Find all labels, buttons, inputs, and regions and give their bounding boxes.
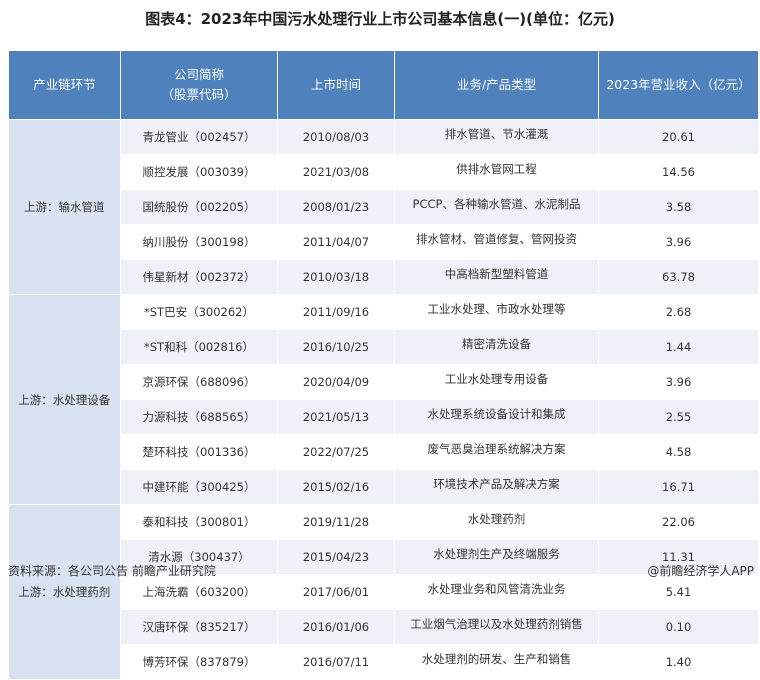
company-table-container: 产业链环节 公司简称 （股票代码） 上市时间 业务/产品类型 2023年营业收入…	[8, 50, 759, 680]
segment-cell: 上游：水处理药剂	[8, 504, 121, 680]
header-date: 上市时间	[277, 50, 395, 120]
table-row: 纳川股份（300198） 2011/04/07 排水管材、管道修复、管网投资 3.96	[9, 224, 759, 260]
table-body: 上游：输水管道 青龙管业（002457） 2010/08/03 排水管道、节水灌溉 20…	[8, 119, 759, 680]
revenue-cell: 1.40	[598, 644, 759, 680]
business-cell: 水处理剂生产及终端服务	[394, 539, 599, 575]
header-row: 产业链环节 公司简称 （股票代码） 上市时间 业务/产品类型 2023年营业收入…	[8, 50, 759, 120]
company-cell: 国统股份（002205）	[120, 189, 278, 225]
company-cell: 泰和科技（300801）	[120, 504, 278, 540]
revenue-cell: 3.58	[598, 189, 759, 225]
table-row: 京源环保（688096） 2020/04/09 工业水处理专用设备 3.96	[9, 364, 759, 400]
date-cell: 2019/11/28	[277, 504, 395, 540]
company-cell: *ST和科（002816）	[120, 329, 278, 365]
page-title: 图表4：2023年中国污水处理行业上市公司基本信息(一)(单位：亿元)	[145, 10, 615, 28]
date-cell: 2010/08/03	[277, 119, 395, 155]
business-cell: 排水管道、节水灌溉	[394, 119, 599, 155]
date-cell: 2010/03/18	[277, 259, 395, 295]
company-cell: 汉唐环保（835217）	[120, 609, 278, 645]
revenue-cell: 20.61	[598, 119, 759, 155]
date-cell: 2011/04/07	[277, 224, 395, 260]
table-row: 汉唐环保（835217） 2016/01/06 工业烟气治理以及水处理药剂销售 0.1…	[9, 609, 759, 645]
table-row: 上海洗霸（603200） 2017/06/01 水处理业务和风管清洗业务 5.41	[9, 574, 759, 610]
business-cell: 排水管材、管道修复、管网投资	[394, 224, 599, 260]
revenue-cell: 16.71	[598, 469, 759, 505]
business-cell: 中高档新型塑料管道	[394, 259, 599, 295]
date-cell: 2016/10/25	[277, 329, 395, 365]
date-cell: 2015/02/16	[277, 469, 395, 505]
header-chain: 产业链环节	[8, 50, 121, 120]
segment-cell: 上游：水处理设备	[8, 294, 121, 505]
company-cell: 上海洗霸（603200）	[120, 574, 278, 610]
business-cell: 废气恶臭治理系统解决方案	[394, 434, 599, 470]
company-cell: 京源环保（688096）	[120, 364, 278, 400]
date-cell: 2008/01/23	[277, 189, 395, 225]
date-cell: 2021/05/13	[277, 399, 395, 435]
date-cell: 2020/04/09	[277, 364, 395, 400]
business-cell: 水处理药剂	[394, 504, 599, 540]
business-cell: 水处理业务和风管清洗业务	[394, 574, 599, 610]
header-company-line1: 公司简称	[173, 67, 224, 82]
revenue-cell: 4.58	[598, 434, 759, 470]
date-cell: 2016/01/06	[277, 609, 395, 645]
table-row: 博芳环保（837879） 2016/07/11 水处理剂的研发、生产和销售 1.40	[9, 644, 759, 680]
revenue-cell: 5.41	[598, 574, 759, 610]
company-cell: 顺控发展（003039）	[120, 154, 278, 190]
revenue-cell: 1.44	[598, 329, 759, 365]
revenue-cell: 3.96	[598, 364, 759, 400]
date-cell: 2021/03/08	[277, 154, 395, 190]
business-cell: PCCP、各种输水管道、水泥制品	[394, 189, 599, 225]
date-cell: 2011/09/16	[277, 294, 395, 330]
header-company-line2: （股票代码）	[161, 87, 237, 102]
date-cell: 2015/04/23	[277, 539, 395, 575]
revenue-cell: 22.06	[598, 504, 759, 540]
business-cell: 工业烟气治理以及水处理药剂销售	[394, 609, 599, 645]
company-cell: 中建环能（300425）	[120, 469, 278, 505]
segment-cell: 上游：输水管道	[8, 119, 121, 295]
revenue-cell: 14.56	[598, 154, 759, 190]
business-cell: 供排水管网工程	[394, 154, 599, 190]
table-row: 上游：输水管道 青龙管业（002457） 2010/08/03 排水管道、节水灌溉 20…	[8, 119, 759, 295]
company-cell: 博芳环保（837879）	[120, 644, 278, 680]
business-cell: 精密清洗设备	[394, 329, 599, 365]
header-business: 业务/产品类型	[394, 50, 599, 120]
business-cell: 水处理系统设备设计和集成	[394, 399, 599, 435]
company-cell: 力源科技（688565）	[120, 399, 278, 435]
company-table: 产业链环节 公司简称 （股票代码） 上市时间 业务/产品类型 2023年营业收入…	[8, 50, 759, 680]
company-cell: 纳川股份（300198）	[120, 224, 278, 260]
source-note: 资料来源：各公司公告 前瞻产业研究院	[8, 564, 216, 578]
header-revenue: 2023年营业收入（亿元）	[598, 50, 759, 120]
header-company: 公司简称 （股票代码）	[120, 50, 278, 120]
business-cell: 水处理剂的研发、生产和销售	[394, 644, 599, 680]
company-cell: 楚环科技（001336）	[120, 434, 278, 470]
company-cell: 青龙管业（002457）	[120, 119, 278, 155]
date-cell: 2017/06/01	[277, 574, 395, 610]
table-row: 上游：水处理药剂 泰和科技（300801） 2019/11/28 水处理药剂 22.06	[8, 504, 759, 680]
table-row: 国统股份（002205） 2008/01/23 PCCP、各种输水管道、水泥制品 3.…	[9, 189, 759, 225]
table-row: *ST和科（002816） 2016/10/25 精密清洗设备 1.44	[9, 329, 759, 365]
revenue-cell: 3.96	[598, 224, 759, 260]
revenue-cell: 2.68	[598, 294, 759, 330]
date-cell: 2016/07/11	[277, 644, 395, 680]
business-cell: 环境技术产品及解决方案	[394, 469, 599, 505]
table-row: 顺控发展（003039） 2021/03/08 供排水管网工程 14.56	[9, 154, 759, 190]
table-row: 上游：水处理设备 *ST巴安（300262） 2011/09/16 工业水处理、市政水…	[8, 294, 759, 505]
business-cell: 工业水处理、市政水处理等	[394, 294, 599, 330]
date-cell: 2022/07/25	[277, 434, 395, 470]
revenue-cell: 2.55	[598, 399, 759, 435]
revenue-cell: 0.10	[598, 609, 759, 645]
business-cell: 工业水处理专用设备	[394, 364, 599, 400]
company-cell: 伟星新材（002372）	[120, 259, 278, 295]
table-row: 力源科技（688565） 2021/05/13 水处理系统设备设计和集成 2.55	[9, 399, 759, 435]
table-row: 中建环能（300425） 2015/02/16 环境技术产品及解决方案 16.71	[9, 469, 759, 505]
revenue-cell: 63.78	[598, 259, 759, 295]
company-cell: *ST巴安（300262）	[120, 294, 278, 330]
table-row: 伟星新材（002372） 2010/03/18 中高档新型塑料管道 63.78	[9, 259, 759, 295]
table-row: 楚环科技（001336） 2022/07/25 废气恶臭治理系统解决方案 4.58	[9, 434, 759, 470]
brand-note: @前瞻经济学人APP	[647, 564, 754, 578]
